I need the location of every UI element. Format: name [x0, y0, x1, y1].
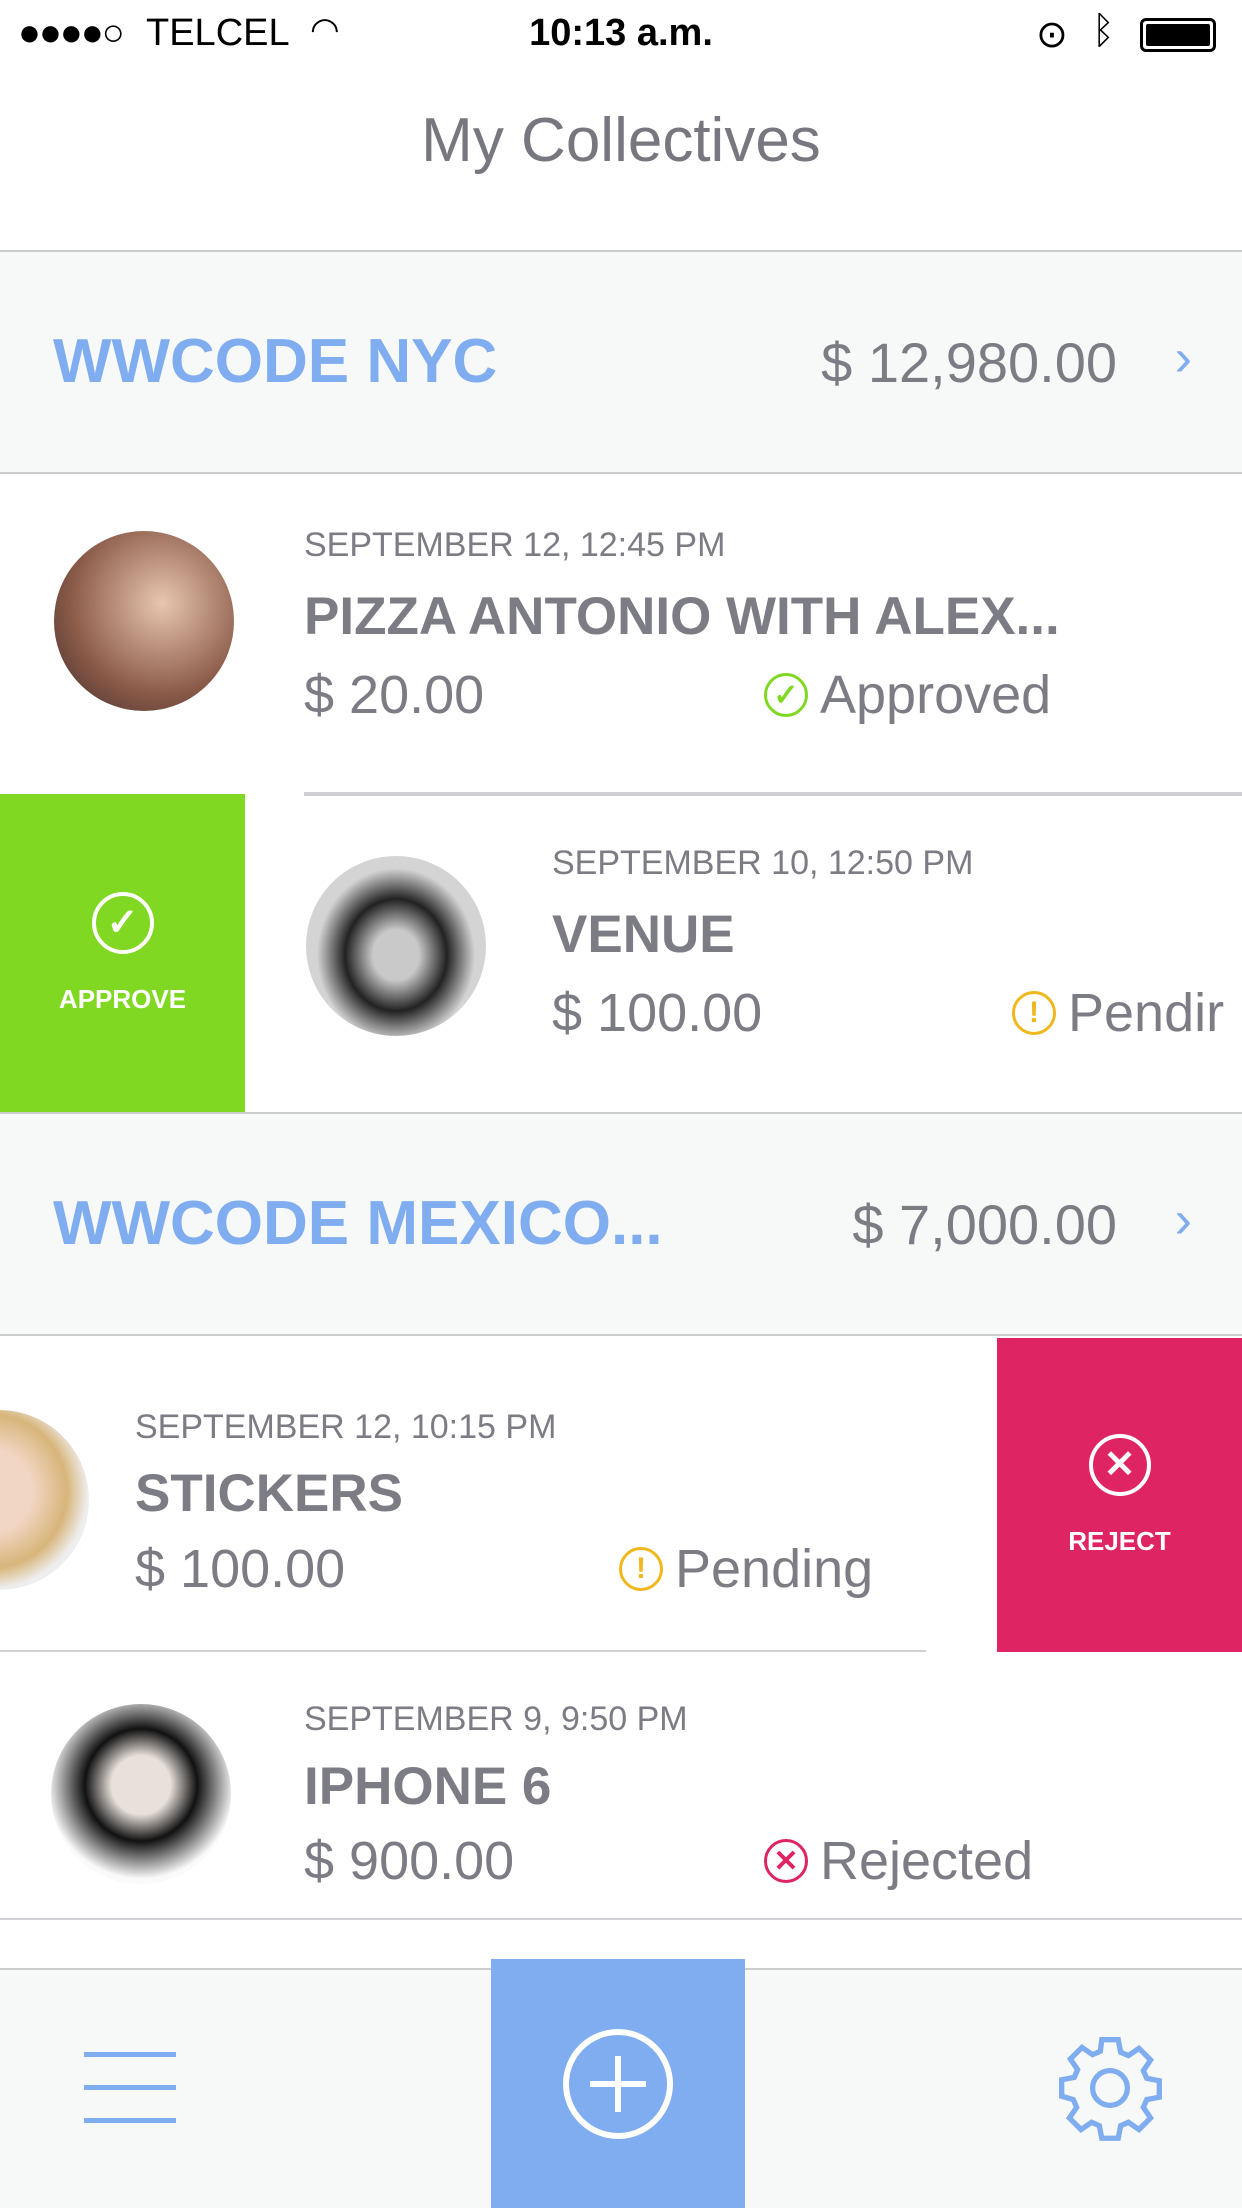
expense-title: VENUE	[552, 905, 735, 964]
expense-date: SEPTEMBER 12, 10:15 PM	[135, 1408, 557, 1446]
check-circle-icon: ✓	[91, 891, 154, 954]
reject-label: REJECT	[1068, 1525, 1171, 1556]
reject-button[interactable]: ✕ REJECT	[997, 1338, 1242, 1652]
rotation-lock-icon: ⊙	[1036, 14, 1068, 56]
battery-icon	[1140, 18, 1216, 52]
expense-date: SEPTEMBER 10, 12:50 PM	[552, 844, 974, 882]
status-badge: ✕ Rejected	[764, 1830, 1033, 1892]
x-circle-icon: ✕	[1088, 1433, 1151, 1496]
collective-header-mexico[interactable]: WWCODE MEXICO... $ 7,000.00 ›	[0, 1112, 1242, 1336]
status-label: Rejected	[820, 1831, 1034, 1891]
chevron-right-icon: ›	[1174, 1191, 1192, 1249]
expense-date: SEPTEMBER 9, 9:50 PM	[304, 1700, 688, 1738]
chevron-right-icon: ›	[1174, 329, 1192, 387]
avatar	[54, 531, 234, 711]
expense-amount: $ 100.00	[552, 983, 763, 1043]
expense-amount: $ 100.00	[135, 1539, 346, 1599]
expense-title: IPHONE 6	[304, 1757, 552, 1816]
bluetooth-icon: ᛒ	[1092, 10, 1115, 52]
status-label: Approved	[820, 665, 1052, 725]
page-title: My Collectives	[421, 106, 821, 175]
expense-row[interactable]: SEPTEMBER 12, 12:45 PM PIZZA ANTONIO WIT…	[0, 476, 1242, 794]
warning-circle-icon: !	[1012, 991, 1056, 1035]
status-label: Pendir	[1068, 983, 1225, 1043]
x-circle-icon: ✕	[764, 1839, 808, 1883]
avatar	[0, 1410, 89, 1590]
warning-circle-icon: !	[619, 1547, 663, 1591]
gear-icon	[1059, 2037, 1162, 2141]
divider	[0, 1918, 1242, 1920]
collective-name: WWCODE NYC	[53, 327, 498, 396]
collective-header-nyc[interactable]: WWCODE NYC $ 12,980.00 ›	[0, 250, 1242, 474]
expense-date: SEPTEMBER 12, 12:45 PM	[304, 526, 726, 564]
expense-amount: $ 900.00	[304, 1831, 515, 1891]
expense-amount: $ 20.00	[304, 665, 485, 725]
collective-balance: $ 7,000.00	[852, 1193, 1117, 1256]
settings-button[interactable]	[1052, 2030, 1168, 2146]
status-bar: ●●●●○ TELCEL ◠ 10:13 a.m. ⊙ ᛒ	[0, 0, 1242, 68]
avatar	[306, 856, 486, 1036]
status-label: Pending	[675, 1539, 874, 1599]
collective-balance: $ 12,980.00	[821, 331, 1117, 394]
menu-button[interactable]	[84, 2050, 176, 2123]
expense-row[interactable]: ✓ APPROVE SEPTEMBER 10, 12:50 PM VENUE $…	[0, 794, 1242, 1112]
status-badge: ✓ Approved	[764, 664, 1051, 726]
divider	[304, 794, 1242, 796]
expense-row[interactable]: SEPTEMBER 12, 10:15 PM STICKERS $ 100.00…	[0, 1338, 1242, 1652]
expense-title: STICKERS	[135, 1464, 403, 1523]
add-expense-button[interactable]	[491, 1959, 745, 2208]
add-icon	[563, 2028, 673, 2139]
expense-row[interactable]: SEPTEMBER 9, 9:50 PM IPHONE 6 $ 900.00 ✕…	[0, 1652, 1242, 1920]
status-badge: ! Pendir	[1012, 982, 1224, 1044]
status-badge: ! Pending	[619, 1538, 873, 1600]
approve-label: APPROVE	[58, 983, 187, 1014]
expense-title: PIZZA ANTONIO WITH ALEX...	[304, 587, 1060, 646]
approve-button[interactable]: ✓ APPROVE	[0, 794, 245, 1112]
check-circle-icon: ✓	[764, 673, 808, 717]
collective-name: WWCODE MEXICO...	[53, 1189, 663, 1258]
avatar	[51, 1704, 231, 1884]
